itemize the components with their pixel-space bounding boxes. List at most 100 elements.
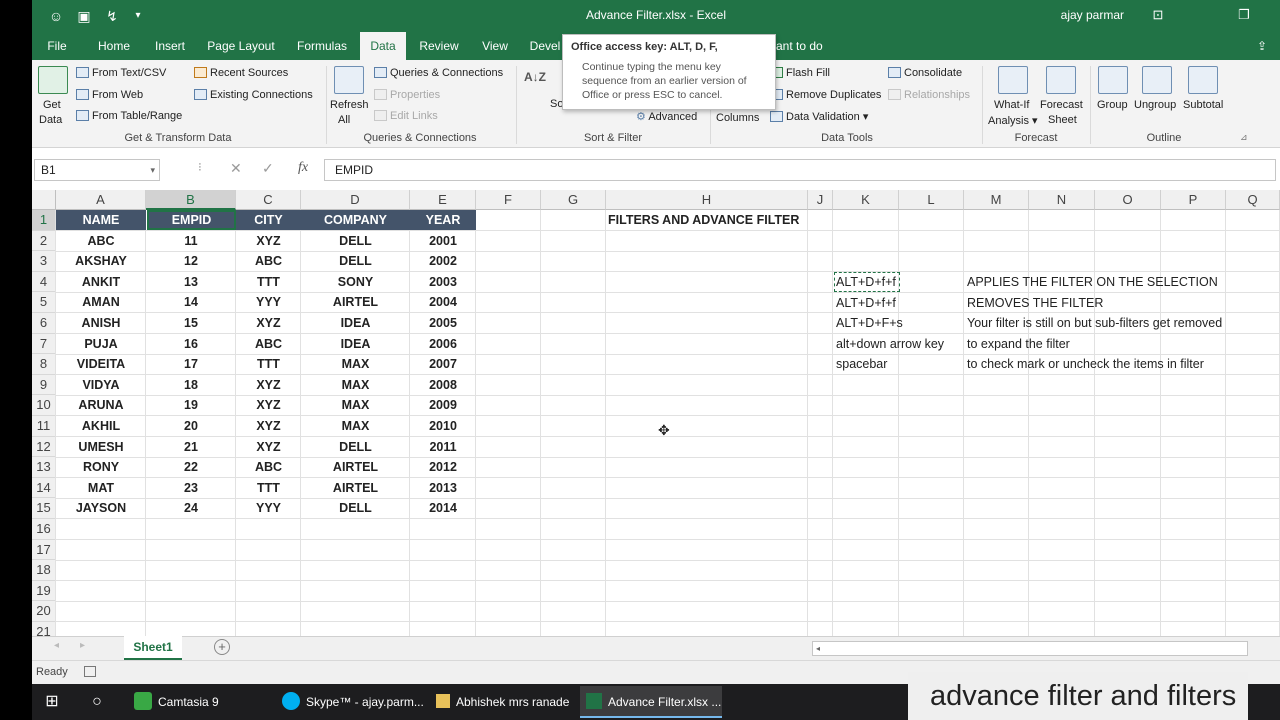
sheet-title[interactable]: FILTERS AND ADVANCE FILTER <box>608 210 799 230</box>
tell-me-box[interactable]: ant to do <box>776 32 832 60</box>
table-cell[interactable]: AKSHAY <box>56 251 146 271</box>
table-cell[interactable]: ABC <box>236 251 301 271</box>
taskbar-item-skype[interactable]: Skype™ - ajay.parm... <box>276 686 424 718</box>
table-cell[interactable]: XYZ <box>236 395 301 415</box>
table-cell[interactable]: 2002 <box>410 251 476 271</box>
table-cell[interactable]: ANISH <box>56 313 146 333</box>
select-all-corner[interactable] <box>32 190 56 210</box>
table-cell[interactable]: 2001 <box>410 231 476 251</box>
table-cell[interactable]: YYY <box>236 292 301 312</box>
header-city[interactable]: CITY <box>236 210 301 230</box>
get-data-icon[interactable] <box>38 66 68 94</box>
table-cell[interactable]: ABC <box>236 457 301 477</box>
sheet-tab-sheet1[interactable]: Sheet1 <box>124 636 182 660</box>
table-cell[interactable]: ANKIT <box>56 272 146 292</box>
table-cell[interactable]: TTT <box>236 354 301 374</box>
sort-az-icon[interactable]: A↓Z <box>524 70 546 84</box>
tab-view[interactable]: View <box>478 32 512 60</box>
consolidate-button[interactable]: Consolidate <box>888 67 962 79</box>
name-box[interactable]: B1 ▾ <box>34 159 160 181</box>
restore-icon[interactable]: ❐ <box>1232 4 1256 26</box>
table-cell[interactable]: VIDEITA <box>56 354 146 374</box>
table-cell[interactable]: 16 <box>146 334 236 354</box>
table-cell[interactable]: MAX <box>301 375 410 395</box>
table-cell[interactable]: 2012 <box>410 457 476 477</box>
forecast-sheet-icon[interactable] <box>1046 66 1076 94</box>
table-cell[interactable]: 2008 <box>410 375 476 395</box>
row-header-4[interactable]: 4 <box>32 271 56 293</box>
table-cell[interactable]: UMESH <box>56 437 146 457</box>
what-if-label2[interactable]: Analysis ▾ <box>988 114 1038 127</box>
column-header-h[interactable]: H <box>606 190 808 210</box>
shortcut-key[interactable]: ALT+D+f+f <box>836 272 896 292</box>
subtotal-icon[interactable] <box>1188 66 1218 94</box>
tab-insert[interactable]: Insert <box>150 32 190 60</box>
worksheet-grid[interactable]: ABCDEFGHJKLMNOPQ 1 2 3 4 5 6 7 8 9 10 11 12 13 14 15 16… <box>32 190 1280 636</box>
column-header-f[interactable]: F <box>476 190 541 210</box>
row-header-20[interactable]: 20 <box>32 601 56 622</box>
table-cell[interactable]: 19 <box>146 395 236 415</box>
edit-links-button[interactable]: Edit Links <box>374 110 438 122</box>
column-header-d[interactable]: D <box>301 190 410 210</box>
table-cell[interactable]: 2003 <box>410 272 476 292</box>
data-validation-button[interactable]: Data Validation ▾ <box>770 110 868 123</box>
what-if-icon[interactable] <box>998 66 1028 94</box>
row-header-3[interactable]: 3 <box>32 251 56 272</box>
flash-fill-button[interactable]: Flash Fill <box>770 67 830 79</box>
shortcut-description[interactable]: to check mark or uncheck the items in fi… <box>967 354 1204 374</box>
tab-developer[interactable]: Devel <box>528 32 562 60</box>
from-web-button[interactable]: From Web <box>76 89 143 101</box>
row-header-21[interactable]: 21 <box>32 622 56 636</box>
scroll-left-icon[interactable]: ◂ <box>54 640 59 651</box>
queries-connections-button[interactable]: Queries & Connections <box>374 67 503 79</box>
table-cell[interactable]: 2010 <box>410 416 476 436</box>
row-header-11[interactable]: 11 <box>32 416 56 437</box>
text-to-columns-button[interactable]: Columns <box>716 112 759 124</box>
table-cell[interactable]: 2007 <box>410 354 476 374</box>
properties-button[interactable]: Properties <box>374 89 440 101</box>
row-header-12[interactable]: 12 <box>32 436 56 458</box>
remove-duplicates-button[interactable]: Remove Duplicates <box>770 89 881 101</box>
row-header-19[interactable]: 19 <box>32 580 56 602</box>
table-cell[interactable]: 2014 <box>410 498 476 518</box>
table-cell[interactable]: XYZ <box>236 313 301 333</box>
enter-icon[interactable]: ✓ <box>262 160 274 177</box>
macro-record-icon[interactable] <box>84 666 96 677</box>
table-cell[interactable]: MAX <box>301 416 410 436</box>
table-cell[interactable]: JAYSON <box>56 498 146 518</box>
relationships-button[interactable]: Relationships <box>888 89 970 101</box>
group-icon[interactable] <box>1098 66 1128 94</box>
column-header-p[interactable]: P <box>1161 190 1226 210</box>
tab-review[interactable]: Review <box>416 32 462 60</box>
shortcut-description[interactable]: to expand the filter <box>967 334 1070 354</box>
table-cell[interactable]: XYZ <box>236 416 301 436</box>
header-year[interactable]: YEAR <box>410 210 476 230</box>
formula-input[interactable]: EMPID <box>324 159 1276 181</box>
table-cell[interactable]: 14 <box>146 292 236 312</box>
share-icon[interactable]: ⇪ <box>1252 32 1272 60</box>
refresh-icon[interactable] <box>334 66 364 94</box>
row-header-10[interactable]: 10 <box>32 395 56 416</box>
table-cell[interactable]: 24 <box>146 498 236 518</box>
tab-home[interactable]: Home <box>90 32 138 60</box>
user-name[interactable]: ajay parmar <box>1061 8 1124 22</box>
row-header-7[interactable]: 7 <box>32 333 56 355</box>
shortcut-key[interactable]: alt+down arrow key <box>836 334 944 354</box>
table-cell[interactable]: DELL <box>301 498 410 518</box>
from-text-button[interactable]: From Text/CSV <box>76 67 166 79</box>
recent-sources-button[interactable]: Recent Sources <box>194 67 288 79</box>
header-empid-selected[interactable]: EMPID <box>147 210 236 230</box>
from-table-button[interactable]: From Table/Range <box>76 110 182 122</box>
table-cell[interactable]: 22 <box>146 457 236 477</box>
row-header-17[interactable]: 17 <box>32 539 56 561</box>
shortcut-key[interactable]: spacebar <box>836 354 887 374</box>
horizontal-scrollbar[interactable]: ◂ <box>812 641 1248 656</box>
table-cell[interactable]: 21 <box>146 437 236 457</box>
get-data-label[interactable]: Get <box>43 99 61 111</box>
taskbar-item-excel[interactable]: Advance Filter.xlsx ... <box>580 686 722 718</box>
row-header-18[interactable]: 18 <box>32 560 56 581</box>
tab-data[interactable]: Data <box>360 32 406 60</box>
header-company[interactable]: COMPANY <box>301 210 410 230</box>
tab-formulas[interactable]: Formulas <box>294 32 350 60</box>
table-cell[interactable]: MAT <box>56 478 146 498</box>
